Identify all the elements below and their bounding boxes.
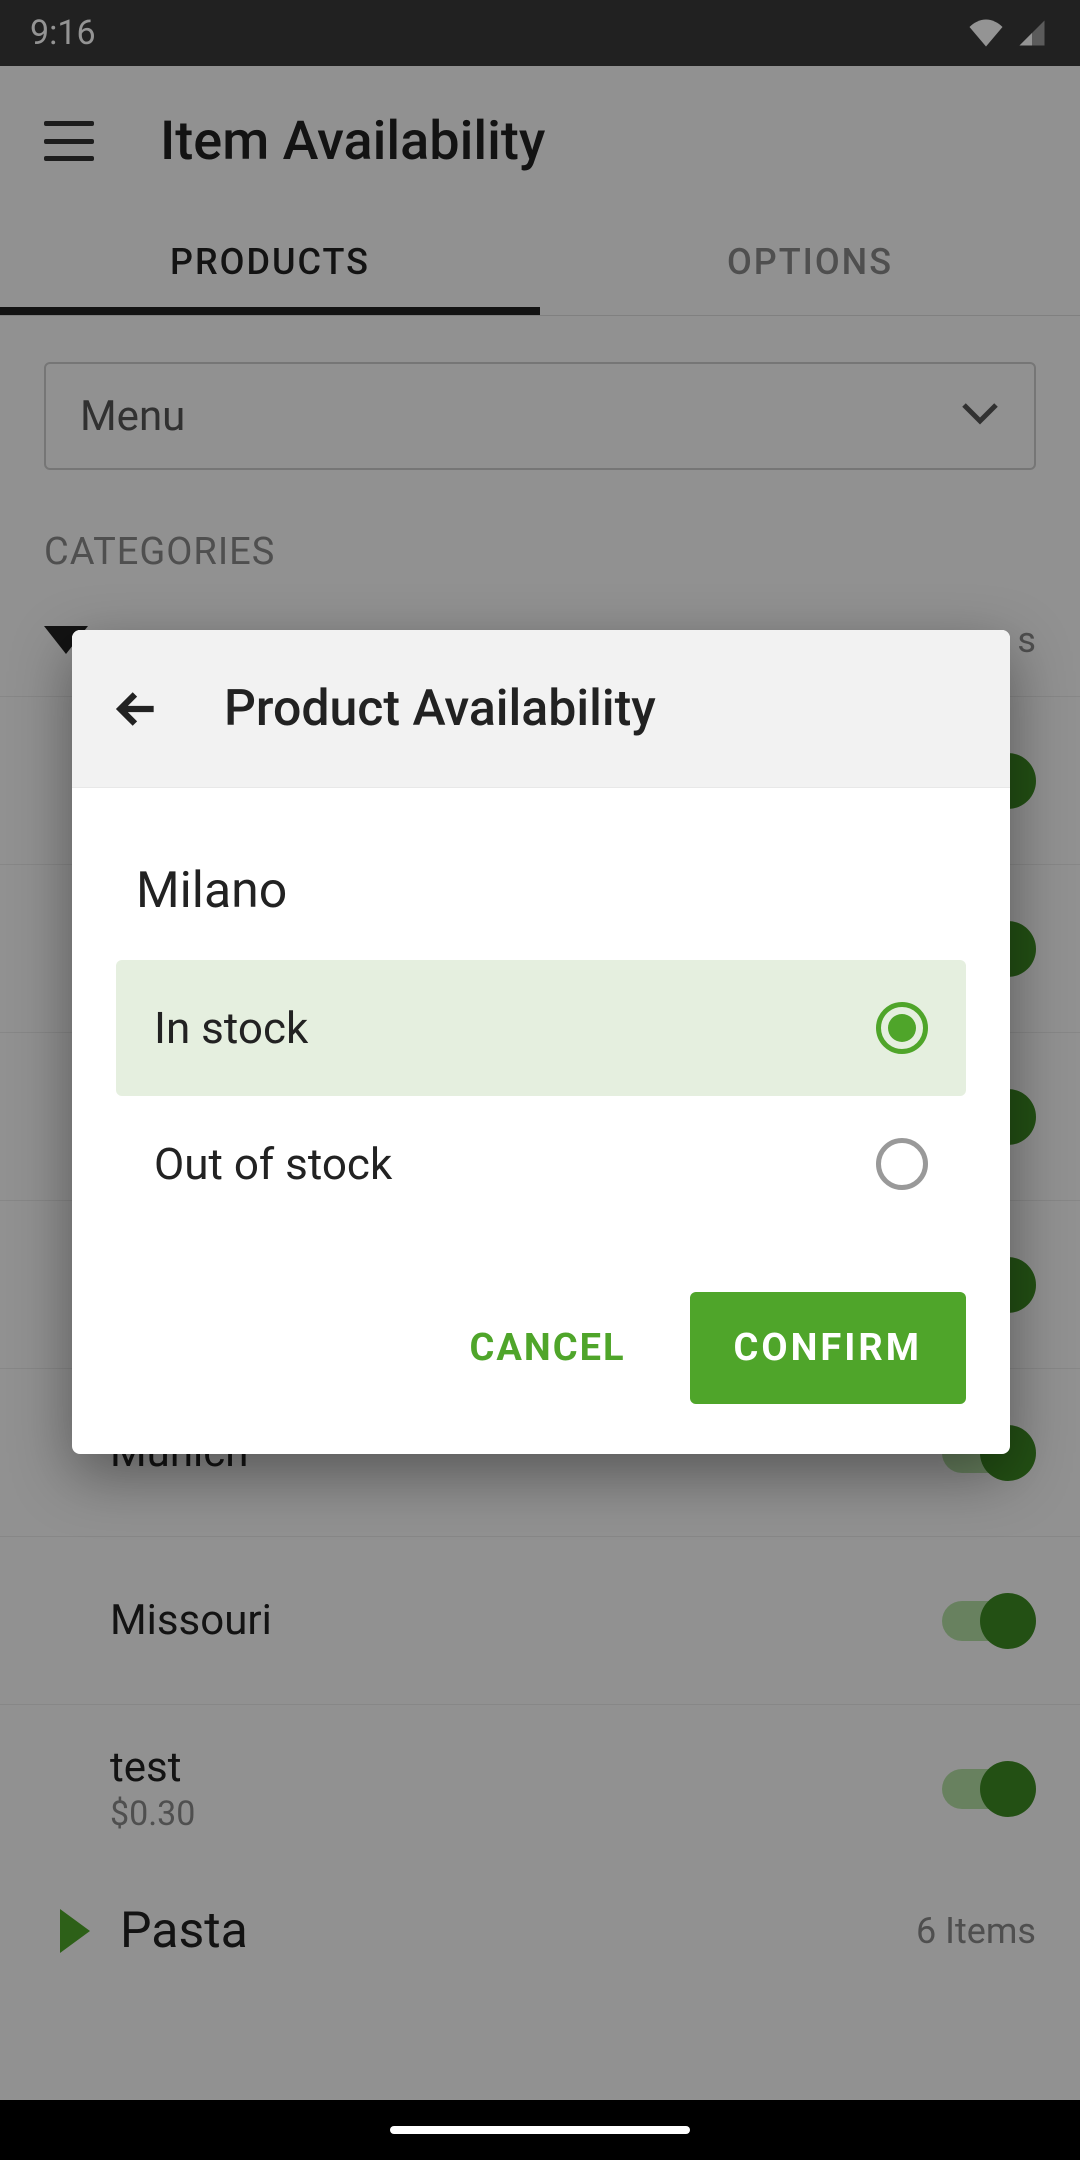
cancel-button[interactable]: CANCEL	[450, 1298, 646, 1398]
modal-title: Product Availability	[224, 680, 656, 738]
modal-header: Product Availability	[72, 630, 1010, 788]
product-availability-modal: Product Availability Milano In stock Out…	[72, 630, 1010, 1454]
modal-footer: CANCEL CONFIRM	[72, 1252, 1010, 1454]
radio-icon	[876, 1138, 928, 1190]
radio-in-stock[interactable]: In stock	[116, 960, 966, 1096]
nav-bar	[0, 2100, 1080, 2160]
back-arrow-icon[interactable]	[112, 684, 162, 734]
product-name: Milano	[116, 838, 966, 960]
radio-icon	[876, 1002, 928, 1054]
radio-out-of-stock[interactable]: Out of stock	[116, 1096, 966, 1232]
nav-handle[interactable]	[390, 2126, 690, 2134]
confirm-button[interactable]: CONFIRM	[690, 1292, 966, 1404]
